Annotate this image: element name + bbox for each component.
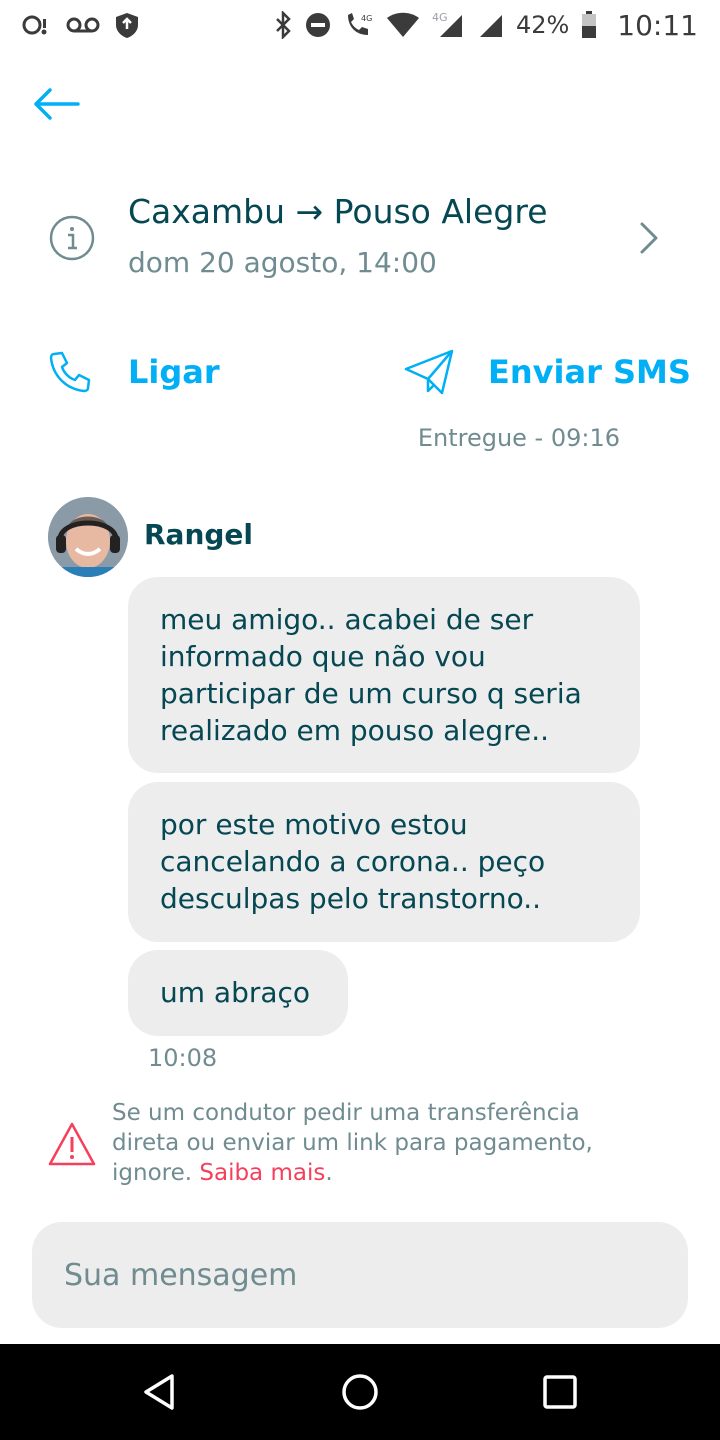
nav-back-button[interactable] <box>120 1352 200 1432</box>
wifi-icon <box>386 12 420 38</box>
message-bubble[interactable]: um abraço <box>128 950 348 1036</box>
info-icon <box>49 215 95 261</box>
trip-date: dom 20 agosto, 14:00 <box>128 246 437 279</box>
clock: 10:11 <box>617 8 698 42</box>
back-button[interactable] <box>28 80 84 128</box>
circle-home-icon <box>342 1374 378 1410</box>
square-recents-icon <box>543 1375 577 1409</box>
arrow-left-icon <box>34 88 80 120</box>
nav-recents-button[interactable] <box>520 1352 600 1432</box>
nav-home-button[interactable] <box>320 1352 400 1432</box>
message-bubble[interactable]: por este motivo estou cancelando a coron… <box>128 782 640 942</box>
delivery-status: Entregue - 09:16 <box>417 424 620 452</box>
status-bar: 4G 4G 42% 10:11 <box>0 0 720 50</box>
send-sms-label: Enviar SMS <box>488 353 691 391</box>
chevron-right-icon <box>640 222 658 254</box>
status-right: 4G 4G 42% 10:11 <box>274 9 698 42</box>
sender-name: Rangel <box>144 518 254 551</box>
battery-icon <box>581 11 597 39</box>
call-label: Ligar <box>128 353 220 391</box>
triangle-back-icon <box>144 1374 174 1410</box>
avatar-image <box>48 497 128 577</box>
avatar[interactable] <box>48 497 128 577</box>
learn-more-link[interactable]: Saiba mais <box>199 1160 325 1186</box>
do-not-disturb-icon <box>304 11 332 39</box>
message-input[interactable] <box>32 1222 688 1328</box>
warning-text: Se um condutor pedir uma transferência d… <box>112 1098 612 1188</box>
paper-plane-icon <box>404 349 454 395</box>
shield-icon <box>114 11 140 39</box>
trip-info-row[interactable]: Caxambu → Pouso Alegre dom 20 agosto, 14… <box>0 180 720 290</box>
message-bubble[interactable]: meu amigo.. acabei de ser informado que … <box>128 577 640 773</box>
warning-suffix: . <box>325 1160 333 1186</box>
trip-route: Caxambu → Pouso Alegre <box>128 192 548 231</box>
send-sms-button[interactable]: Enviar SMS <box>404 340 691 404</box>
bluetooth-icon <box>274 11 292 39</box>
phone-icon <box>49 351 91 393</box>
warning-icon <box>48 1122 96 1166</box>
notification-icon <box>22 13 52 37</box>
voicemail-icon <box>66 15 100 35</box>
signal-icon-2 <box>478 11 504 39</box>
navigation-bar <box>0 1344 720 1440</box>
svg-text:4G: 4G <box>432 11 448 24</box>
status-left <box>22 11 140 39</box>
warning-message: Se um condutor pedir uma transferência d… <box>112 1100 593 1186</box>
battery-percent: 42% <box>515 11 570 39</box>
call-button[interactable]: Ligar <box>48 340 220 404</box>
volte-call-icon: 4G <box>344 11 374 39</box>
message-time: 10:08 <box>148 1044 218 1072</box>
svg-text:4G: 4G <box>361 14 372 23</box>
signal-icon: 4G <box>432 11 466 39</box>
